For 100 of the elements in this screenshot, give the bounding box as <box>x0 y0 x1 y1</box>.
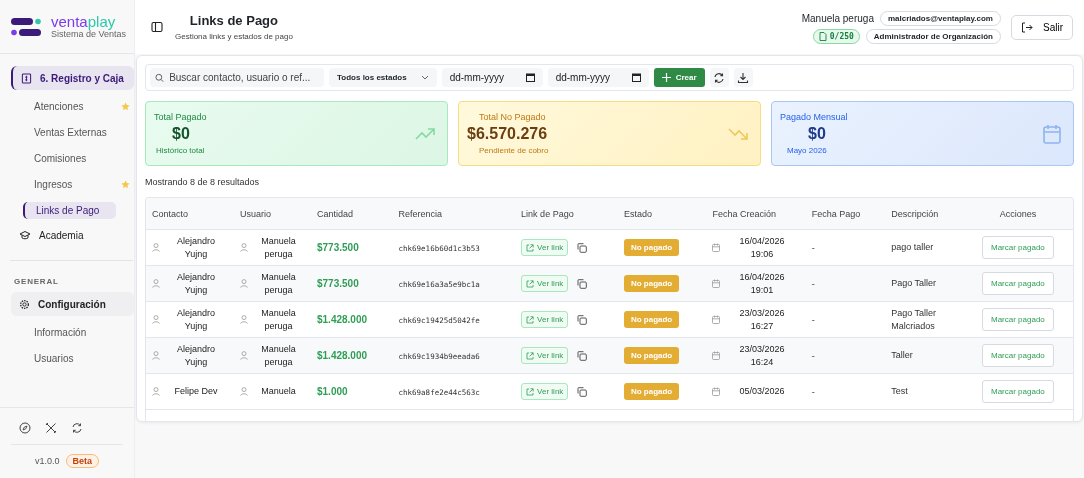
column-header: Usuario <box>234 198 311 230</box>
copy-icon[interactable] <box>577 242 588 253</box>
nav-item[interactable]: Configuración <box>11 292 134 316</box>
nav-subitem[interactable]: Atenciones <box>23 97 117 115</box>
description: pago taller <box>891 242 934 252</box>
calendar-icon <box>712 279 721 288</box>
user-name: Manuela peruga <box>260 270 297 297</box>
role-badge: Administrador de Organización <box>865 28 1001 44</box>
calendar-icon <box>712 243 721 252</box>
results-count: Mostrando 8 de 8 resultados <box>145 177 261 187</box>
date-field[interactable]: dd-mm-yyyy <box>547 68 649 87</box>
status-badge: No pagado <box>623 239 680 256</box>
nav-subitem[interactable]: Ventas Externas <box>23 123 130 141</box>
search-field[interactable]: Buscar contacto, usuario o ref... <box>150 68 324 87</box>
creation-date: 23/03/2026 16:24 <box>738 342 786 369</box>
creation-date: 05/03/2026 <box>738 385 786 398</box>
contact-name: Felipe Dev <box>173 385 219 398</box>
user-icon <box>152 315 160 324</box>
user-icon <box>152 243 160 252</box>
user-icon <box>152 387 160 396</box>
sidebar-toggle-icon[interactable] <box>151 21 163 33</box>
search-icon <box>155 72 165 83</box>
mark-paid-button[interactable]: Marcar pagado <box>982 272 1054 295</box>
user-icon <box>152 279 160 288</box>
brand-name: ventaplay <box>51 14 117 29</box>
logout-button[interactable]: Salir <box>1011 14 1073 40</box>
payment-date: - <box>811 242 815 253</box>
mark-paid-button[interactable]: Marcar pagado <box>982 380 1054 403</box>
refresh-icon <box>713 71 726 84</box>
user-name: Manuela peruga <box>260 342 297 369</box>
quota-badge: 0/250 <box>812 28 860 44</box>
nav-item[interactable]: 6. Registro y Caja <box>11 66 134 90</box>
nav-subitem[interactable]: Links de Pago <box>23 201 116 219</box>
creation-date: 16/04/2026 19:06 <box>738 234 786 261</box>
calendar-icon <box>631 73 641 82</box>
version-label: v1.0.0 <box>34 456 60 466</box>
card-value: $0 <box>807 125 827 143</box>
download-button[interactable] <box>733 68 753 87</box>
refresh-button[interactable] <box>709 68 729 87</box>
user-icon <box>240 351 249 360</box>
contact-name: Alejandro Yujng <box>176 306 217 333</box>
status-badge: No pagado <box>623 347 680 364</box>
create-button[interactable]: Crear <box>653 68 705 87</box>
refresh-icon[interactable] <box>71 422 83 434</box>
status-badge: No pagado <box>623 383 680 400</box>
tools-icon[interactable] <box>45 422 57 434</box>
description: Pago Taller <box>891 278 937 288</box>
copy-icon[interactable] <box>577 314 588 325</box>
logout-icon <box>1021 21 1033 33</box>
column-header: Fecha Creación <box>706 198 806 230</box>
column-header: Estado <box>617 198 707 230</box>
column-header: Link de Pago <box>515 198 618 230</box>
mark-paid-button[interactable]: Marcar pagado <box>982 236 1054 259</box>
column-header: Referencia <box>392 198 516 230</box>
card-caption: Mayo 2026 <box>786 146 828 155</box>
plus-icon <box>661 73 671 82</box>
copy-icon[interactable] <box>577 386 588 397</box>
date-field[interactable]: dd-mm-yyyy <box>441 68 543 87</box>
external-link-icon <box>526 351 535 360</box>
description: Test <box>891 386 908 396</box>
compass-icon[interactable] <box>19 422 31 434</box>
email-badge: malcriados@ventaplay.com <box>879 10 1001 26</box>
user-icon <box>152 351 160 360</box>
payment-date: - <box>811 314 815 325</box>
calendar-icon <box>712 387 721 396</box>
external-link-icon <box>526 243 535 252</box>
mark-paid-button[interactable]: Marcar pagado <box>982 308 1054 331</box>
contact-name: Alejandro Yujng <box>176 270 217 297</box>
nav-item[interactable]: Academia <box>11 223 134 247</box>
status-badge: No pagado <box>623 275 680 292</box>
card-title: Pagado Mensual <box>780 112 848 122</box>
external-link-icon <box>526 315 535 324</box>
column-header: Fecha Pago <box>805 198 886 230</box>
document-icon <box>818 31 827 41</box>
status-badge: No pagado <box>623 311 680 328</box>
settings-icon <box>19 298 30 310</box>
payment-date: - <box>811 350 815 361</box>
mark-paid-button[interactable]: Marcar pagado <box>982 344 1054 367</box>
card-caption: Histórico total <box>155 146 206 155</box>
copy-icon[interactable] <box>577 350 588 361</box>
beta-badge: Beta <box>65 454 99 468</box>
user-icon <box>240 243 249 252</box>
calendar-icon <box>712 351 721 360</box>
amount: $773.500 <box>317 278 359 289</box>
download-icon <box>737 71 750 84</box>
creation-date: 23/03/2026 16:27 <box>738 306 786 333</box>
copy-icon[interactable] <box>577 278 588 289</box>
nav-subitem[interactable]: Ingresos <box>23 175 117 193</box>
status-dropdown[interactable]: Todos los estados <box>329 68 437 87</box>
nav-subitem[interactable]: Usuarios <box>23 349 130 367</box>
nav-subitem[interactable]: Comisiones <box>23 149 130 167</box>
nav-subitem[interactable]: Información <box>23 323 130 341</box>
user-icon <box>240 279 249 288</box>
contact-name: Alejandro Yujng <box>176 342 217 369</box>
trend-down-icon <box>728 127 748 140</box>
user-name: Manuela <box>260 385 297 398</box>
external-link-icon <box>526 387 535 396</box>
card-title: Total No Pagado <box>478 112 547 122</box>
register-icon <box>21 72 32 84</box>
amount: $1.428.000 <box>317 314 368 325</box>
